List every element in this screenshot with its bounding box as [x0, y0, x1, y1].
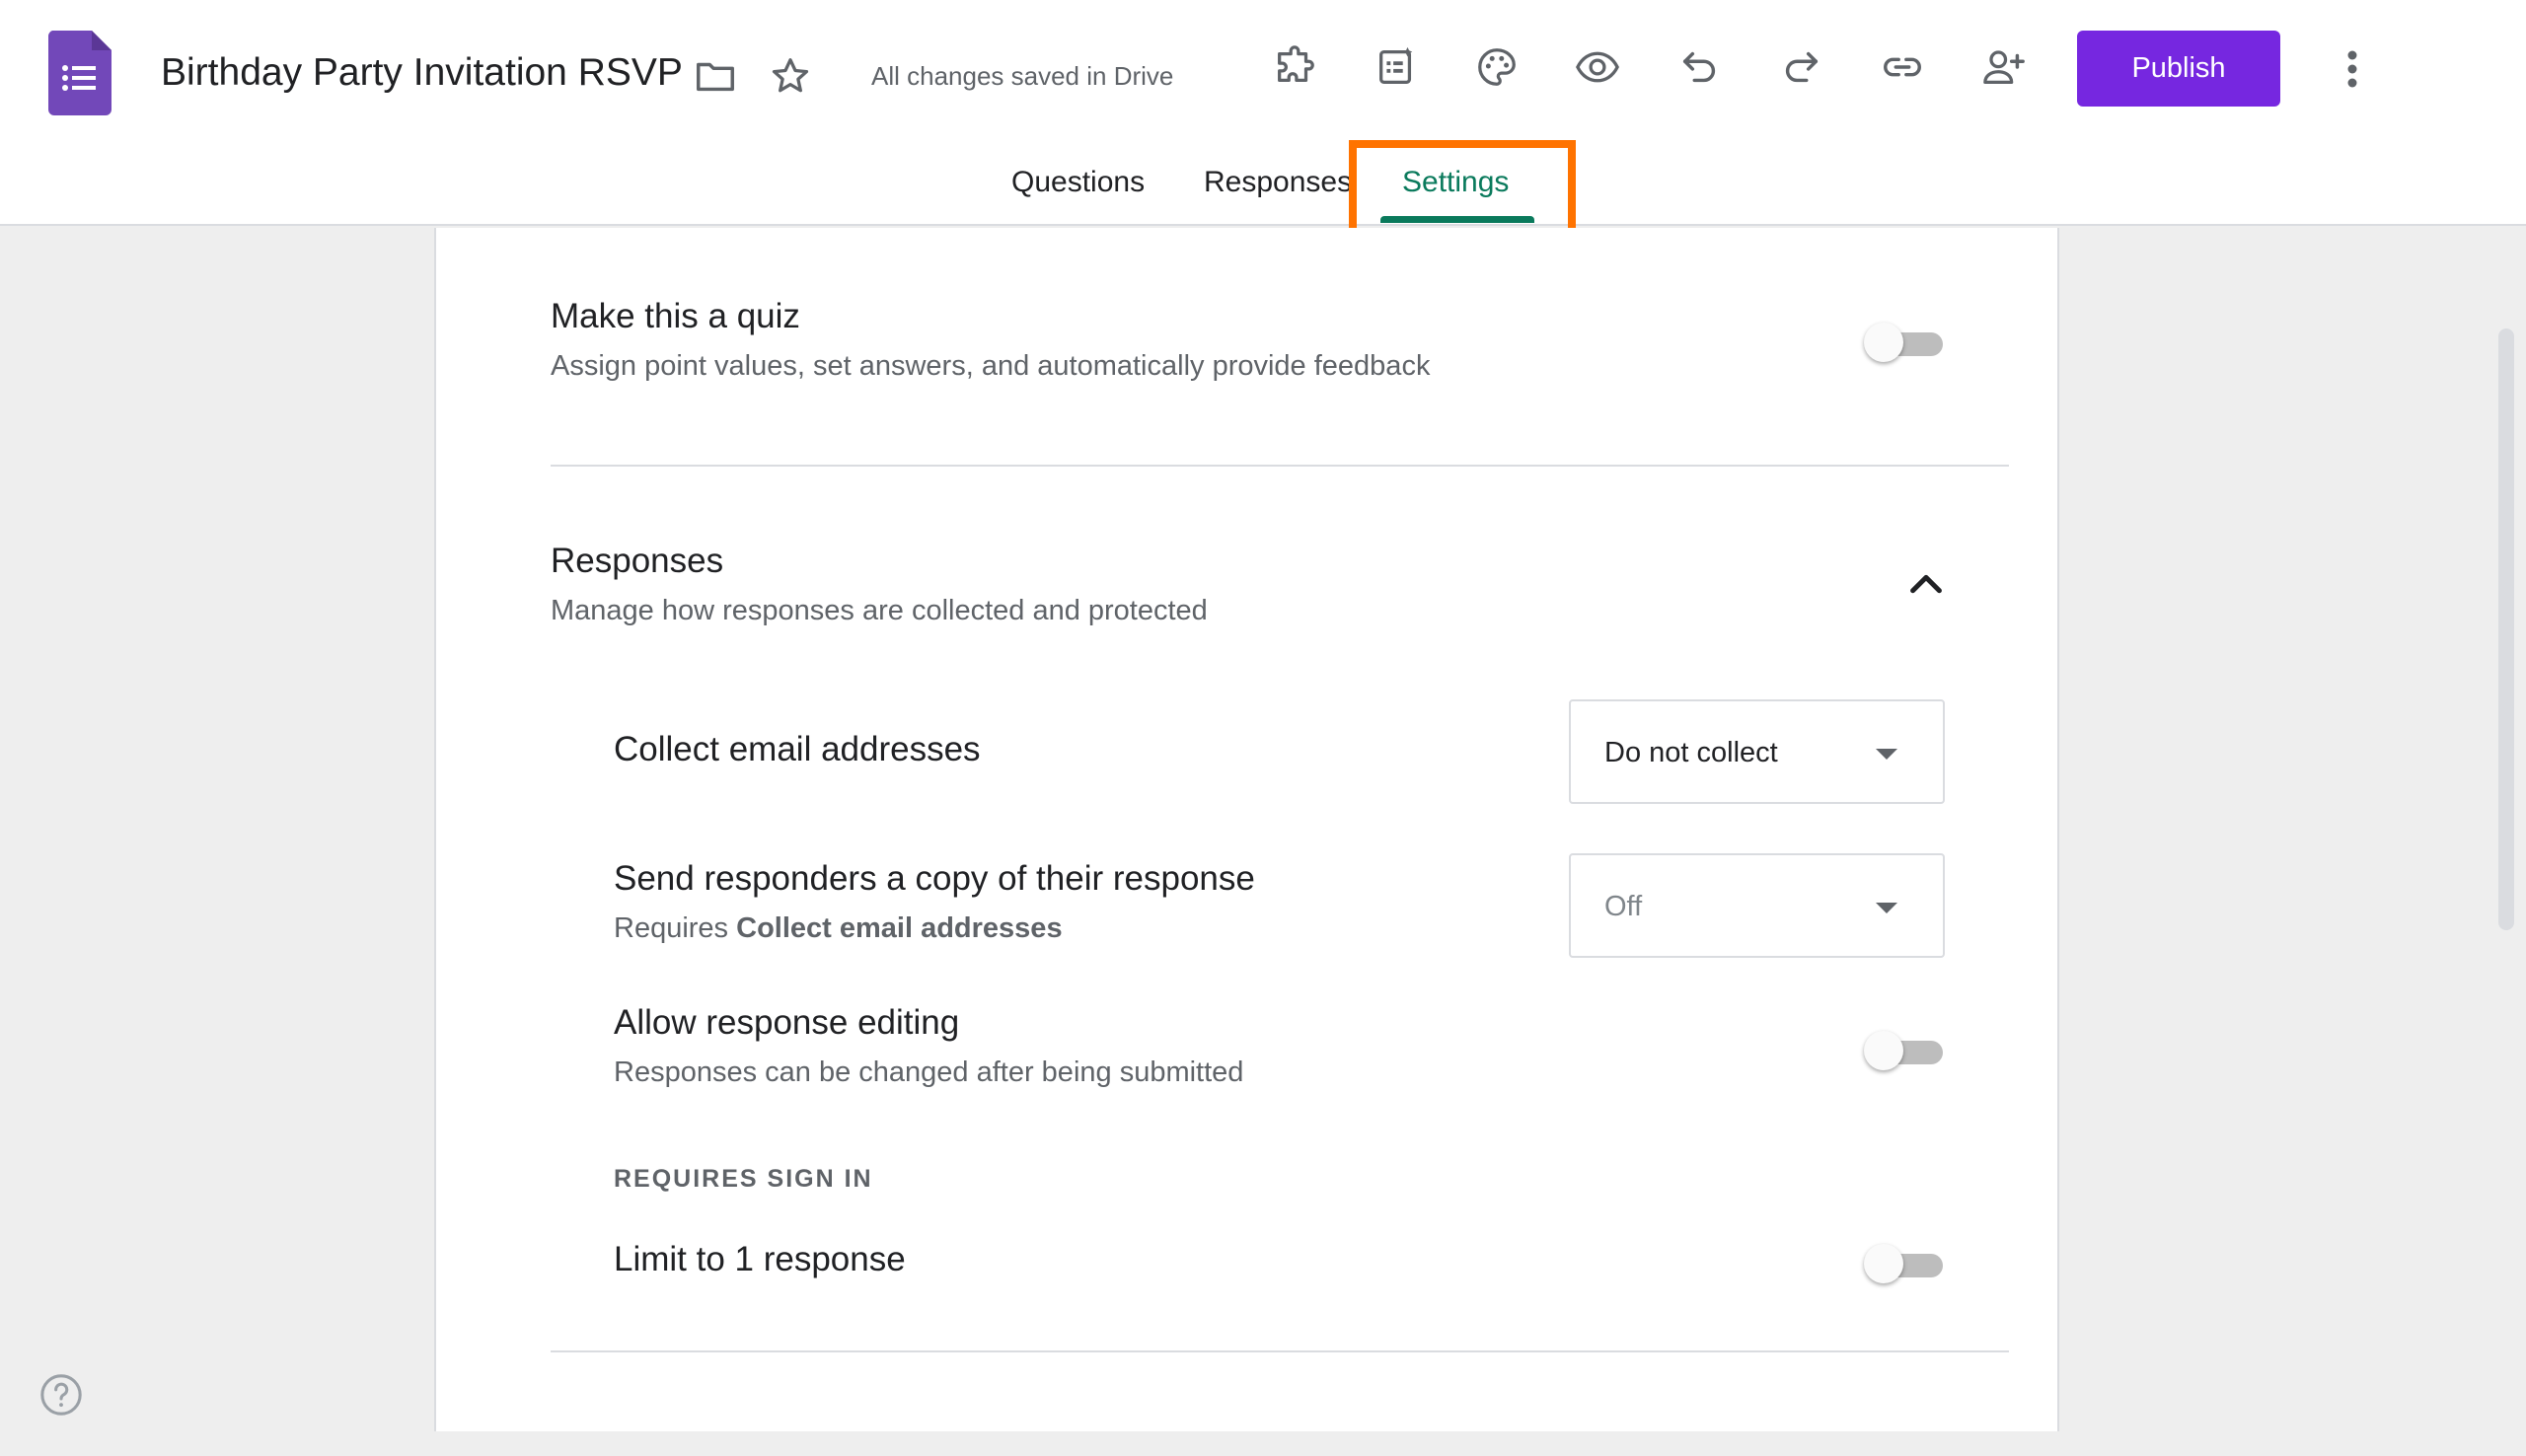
publish-button[interactable]: Publish — [2077, 31, 2280, 107]
collect-email-label: Collect email addresses — [614, 730, 981, 768]
undo-icon — [1682, 51, 1716, 83]
tab-settings[interactable]: Settings — [1402, 166, 1509, 199]
more-options-button[interactable] — [2329, 43, 2376, 95]
limit-one-response-label: Limit to 1 response — [614, 1240, 906, 1278]
chevron-up-icon[interactable] — [1903, 562, 1949, 608]
quiz-toggle[interactable] — [1864, 321, 1945, 364]
google-forms-logo-icon[interactable] — [48, 31, 111, 115]
add-collaborator-icon — [1983, 50, 2025, 84]
redo-button[interactable] — [1773, 39, 1828, 95]
theme-button[interactable] — [1469, 39, 1524, 95]
copy-link-button[interactable] — [1875, 39, 1930, 95]
settings-card: Make this a quiz Assign point values, se… — [434, 228, 2059, 1431]
redo-icon — [1785, 51, 1819, 83]
page-scrollbar[interactable] — [2498, 328, 2514, 930]
requires-sign-in-heading: REQUIRES SIGN IN — [614, 1165, 873, 1193]
addons-button[interactable] — [1267, 39, 1322, 95]
allow-editing-toggle[interactable] — [1864, 1029, 1945, 1072]
more-vert-icon — [2347, 50, 2357, 88]
star-icon[interactable] — [768, 53, 813, 99]
limit-one-response-toggle[interactable] — [1864, 1242, 1945, 1285]
quiz-setting-title: Make this a quiz — [551, 297, 800, 335]
link-icon — [1884, 57, 1921, 77]
preview-icon — [1576, 51, 1619, 83]
dropdown-arrow-icon — [1876, 749, 1897, 760]
save-status: All changes saved in Drive — [871, 61, 1174, 91]
collect-email-dropdown[interactable]: Do not collect — [1569, 699, 1945, 804]
palette-icon — [1478, 48, 1516, 86]
send-copy-value: Off — [1604, 891, 1643, 922]
dropdown-arrow-icon — [1876, 903, 1897, 913]
add-collaborators-button[interactable] — [1976, 39, 2032, 95]
tab-questions[interactable]: Questions — [1011, 166, 1145, 199]
section-divider — [551, 1350, 2009, 1352]
preview-button[interactable] — [1570, 39, 1625, 95]
active-tab-indicator — [1380, 216, 1534, 223]
send-copy-label: Send responders a copy of their response — [614, 859, 1255, 898]
responses-section-description: Manage how responses are collected and p… — [551, 595, 1208, 626]
requires-prefix: Requires — [614, 912, 729, 944]
send-copy-requirement: Requires Collect email addresses — [614, 912, 1063, 945]
send-copy-dropdown[interactable]: Off — [1569, 853, 1945, 958]
ai-form-icon — [1379, 46, 1413, 84]
undo-button[interactable] — [1672, 39, 1728, 95]
form-title[interactable]: Birthday Party Invitation RSVP — [161, 51, 683, 95]
requires-setting-name: Collect email addresses — [736, 912, 1063, 944]
folder-icon[interactable] — [693, 53, 738, 99]
allow-editing-label: Allow response editing — [614, 1003, 960, 1042]
top-bar: Birthday Party Invitation RSVP All chang… — [0, 0, 2526, 226]
collect-email-value: Do not collect — [1604, 737, 1778, 768]
quiz-setting-description: Assign point values, set answers, and au… — [551, 350, 1431, 382]
tab-responses[interactable]: Responses — [1204, 166, 1352, 199]
section-divider — [551, 465, 2009, 467]
addons-icon — [1278, 45, 1314, 83]
allow-editing-description: Responses can be changed after being sub… — [614, 1056, 1244, 1088]
help-icon[interactable] — [38, 1372, 84, 1418]
responses-section-title: Responses — [551, 542, 724, 580]
ai-form-button[interactable] — [1369, 39, 1424, 95]
